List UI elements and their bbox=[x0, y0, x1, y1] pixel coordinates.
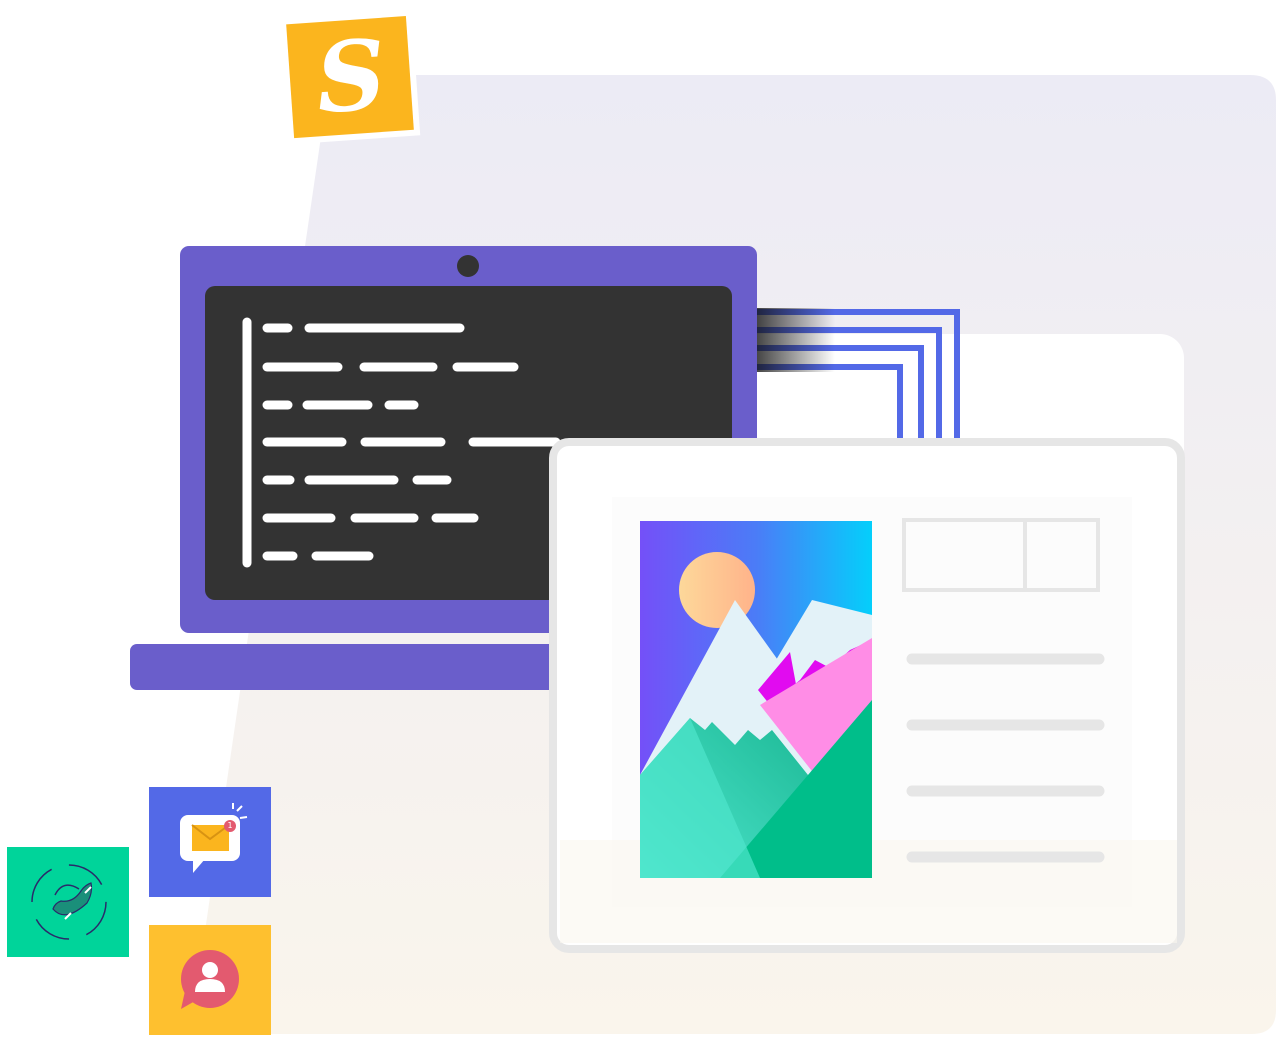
stamp-letter: S bbox=[312, 17, 390, 136]
mountain-landscape-picture-icon bbox=[640, 521, 872, 878]
mail-tile[interactable]: 1 bbox=[149, 787, 271, 897]
phone-call-icon bbox=[31, 864, 107, 940]
user-tile[interactable] bbox=[149, 925, 271, 1035]
phone-tile[interactable] bbox=[7, 847, 129, 957]
mail-count-badge: 1 bbox=[227, 821, 233, 830]
user-chat-icon bbox=[181, 950, 239, 1009]
envelope-notification-icon bbox=[180, 803, 248, 873]
